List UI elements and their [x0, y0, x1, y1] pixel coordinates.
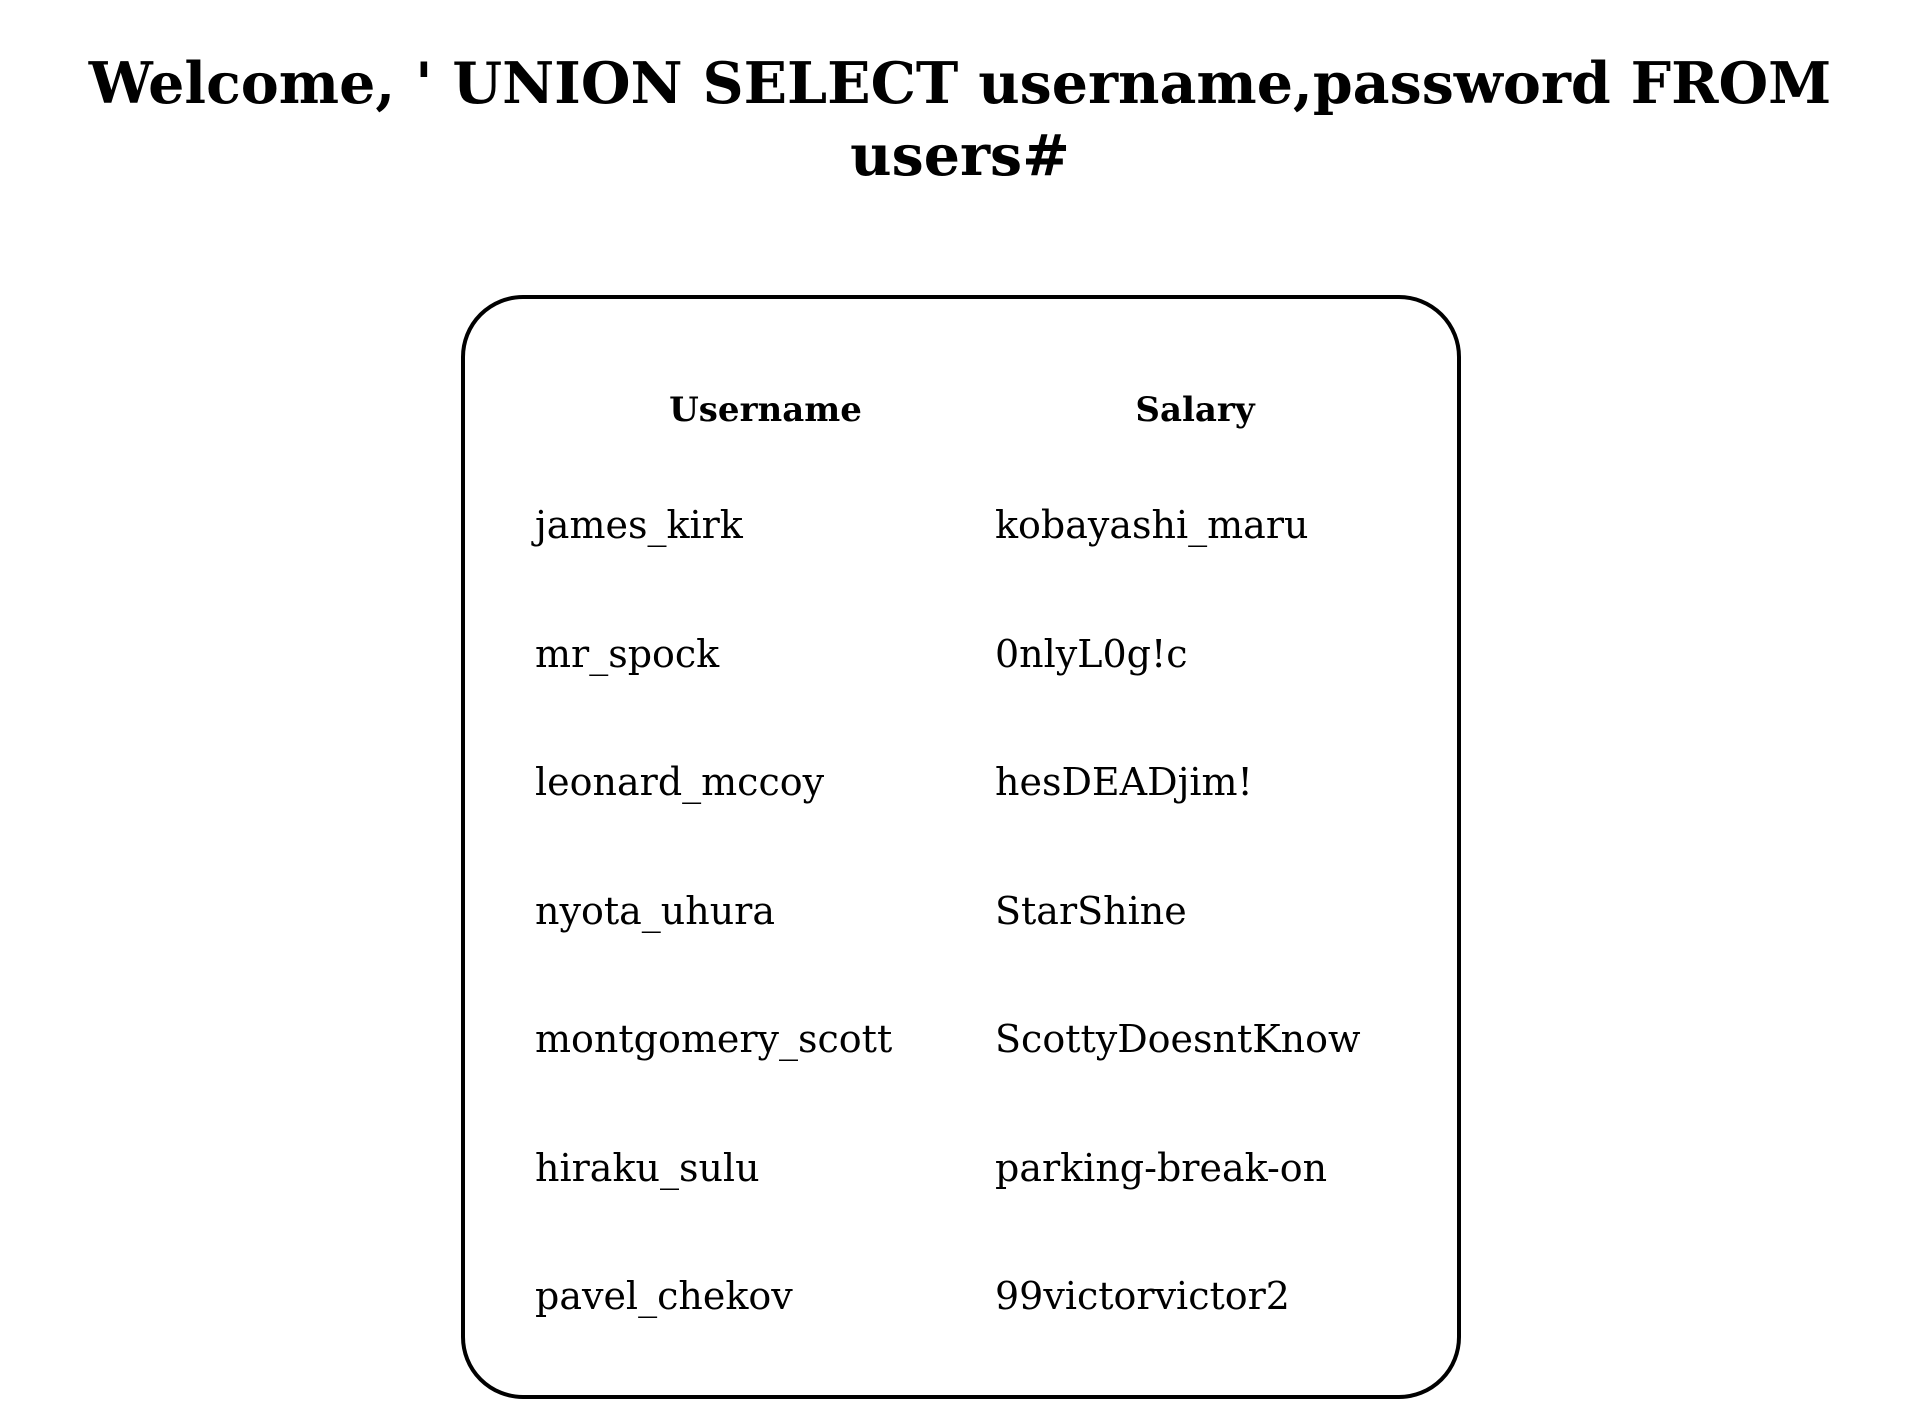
username-cell: james_kirk	[535, 503, 743, 548]
salary-cell: 99victorvictor2	[995, 1274, 1290, 1319]
table-row: leonard_mccoy hesDEADjim!	[535, 718, 1395, 847]
salary-cell: kobayashi_maru	[995, 503, 1309, 548]
table-header-row: Username Salary	[535, 359, 1395, 461]
salary-cell: ScottyDoesntKnow	[995, 1017, 1361, 1062]
results-card: Username Salary james_kirk kobayashi_maru…	[461, 295, 1461, 1399]
table-row: nyota_uhura StarShine	[535, 847, 1395, 976]
username-cell: pavel_chekov	[535, 1274, 793, 1319]
results-table: Username Salary james_kirk kobayashi_maru…	[535, 359, 1395, 1361]
column-header-username: Username	[669, 390, 862, 430]
username-cell: leonard_mccoy	[535, 760, 825, 805]
salary-cell: parking-break-on	[995, 1145, 1328, 1190]
username-cell: montgomery_scott	[535, 1017, 893, 1062]
salary-cell: hesDEADjim!	[995, 760, 1253, 805]
page-title: Welcome, ' UNION SELECT username,passwor…	[88, 50, 1832, 189]
table-row: pavel_chekov 99victorvictor2	[535, 1232, 1395, 1361]
username-cell: mr_spock	[535, 631, 720, 676]
username-cell: hiraku_sulu	[535, 1145, 760, 1190]
table-row: montgomery_scott ScottyDoesntKnow	[535, 975, 1395, 1104]
salary-cell: 0nlyL0g!c	[995, 631, 1188, 676]
username-cell: nyota_uhura	[535, 888, 775, 933]
salary-cell: StarShine	[995, 888, 1187, 933]
table-row: james_kirk kobayashi_maru	[535, 461, 1395, 590]
table-row: hiraku_sulu parking-break-on	[535, 1104, 1395, 1233]
table-row: mr_spock 0nlyL0g!c	[535, 590, 1395, 719]
column-header-salary: Salary	[1135, 390, 1255, 430]
